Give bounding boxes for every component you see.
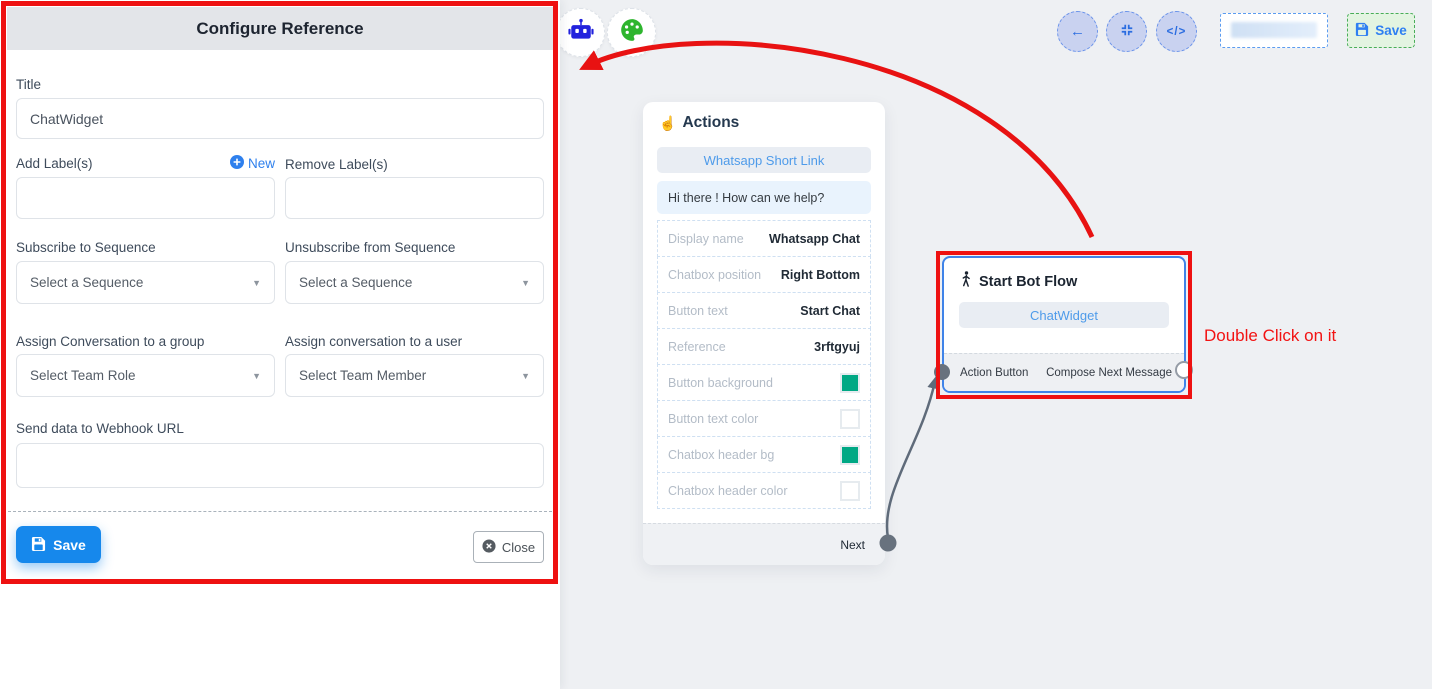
actions-card-footer: Next: [643, 523, 885, 565]
remove-labels-label: Remove Label(s): [285, 157, 388, 172]
configure-reference-panel: Configure Reference Title Add Label(s) N…: [0, 0, 560, 689]
remove-labels-input[interactable]: [285, 177, 544, 219]
node-footer: Action Button Compose Next Message: [944, 353, 1184, 391]
node-title: Start Bot Flow: [960, 271, 1077, 292]
redacted-flow-name-input[interactable]: [1220, 13, 1328, 48]
color-swatch: [840, 445, 860, 465]
walking-person-icon: [960, 271, 972, 292]
config-row-button-text: Button text Start Chat: [657, 292, 871, 329]
team-member-select[interactable]: Select Team Member ▼: [285, 354, 544, 397]
color-swatch: [840, 409, 860, 429]
chatwidget-reference-button[interactable]: ChatWidget: [959, 302, 1169, 328]
close-circle-icon: [482, 539, 496, 556]
double-click-annotation: Double Click on it: [1204, 326, 1336, 346]
config-row-button-text-color: Button text color: [657, 400, 871, 437]
back-button[interactable]: ←: [1057, 11, 1098, 52]
subscribe-label: Subscribe to Sequence: [16, 240, 156, 255]
embed-code-button[interactable]: </>: [1156, 11, 1197, 52]
title-label: Title: [16, 77, 41, 92]
config-row-reference: Reference 3rftgyuj: [657, 328, 871, 365]
chevron-down-icon: ▼: [521, 371, 530, 381]
toolbar-save-button[interactable]: Save: [1347, 13, 1415, 48]
add-labels-label: Add Label(s): [16, 156, 93, 171]
fit-view-button[interactable]: [1106, 11, 1147, 52]
subscribe-sequence-select[interactable]: Select a Sequence ▼: [16, 261, 275, 304]
unsubscribe-label: Unsubscribe from Sequence: [285, 240, 455, 255]
panel-title: Configure Reference: [7, 7, 553, 50]
color-swatch: [840, 481, 860, 501]
config-row-chatbox-position: Chatbox position Right Bottom: [657, 256, 871, 293]
chevron-down-icon: ▼: [252, 371, 261, 381]
footer-divider: [8, 511, 552, 512]
config-row-chatbox-header-bg: Chatbox header bg: [657, 436, 871, 473]
assign-user-label: Assign conversation to a user: [285, 334, 462, 349]
palette-icon: [619, 17, 645, 48]
new-label-link[interactable]: New: [230, 155, 275, 172]
action-button-port[interactable]: [934, 364, 950, 380]
next-to-action-connector: [887, 381, 935, 538]
toolbar-save-label: Save: [1375, 23, 1407, 38]
greeting-message: Hi there ! How can we help?: [657, 181, 871, 214]
flow-builder-screen: ← </> Save: [0, 0, 1432, 689]
start-bot-flow-node[interactable]: Start Bot Flow ChatWidget Action Button …: [942, 256, 1186, 393]
whatsapp-short-link-button[interactable]: Whatsapp Short Link: [657, 147, 871, 173]
config-row-button-background: Button background: [657, 364, 871, 401]
chevron-down-icon: ▼: [521, 278, 530, 288]
save-floppy-icon: [31, 536, 46, 554]
back-arrow-icon: ←: [1070, 23, 1085, 40]
unsubscribe-sequence-select[interactable]: Select a Sequence ▼: [285, 261, 544, 304]
hand-pointer-icon: ☝: [659, 115, 676, 132]
webhook-label: Send data to Webhook URL: [16, 421, 184, 436]
robot-icon: [568, 17, 594, 48]
redacted-text: [1231, 22, 1317, 38]
title-input[interactable]: [16, 98, 544, 139]
add-labels-input[interactable]: [16, 177, 275, 219]
theme-palette-button[interactable]: [607, 8, 656, 57]
save-button[interactable]: Save: [16, 526, 101, 563]
color-swatch: [840, 373, 860, 393]
close-button[interactable]: Close: [473, 531, 544, 563]
output-port-label: Compose Next Message: [1046, 367, 1172, 379]
widget-config-rows: Display name Whatsapp Chat Chatbox posit…: [657, 221, 871, 509]
actions-title-label: Actions: [682, 114, 739, 132]
compose-next-message-port[interactable]: [1175, 361, 1193, 379]
bot-settings-button[interactable]: [556, 8, 605, 57]
team-role-select[interactable]: Select Team Role ▼: [16, 354, 275, 397]
assign-group-label: Assign Conversation to a group: [16, 334, 204, 349]
webhook-url-input[interactable]: [16, 443, 544, 488]
config-row-display-name: Display name Whatsapp Chat: [657, 220, 871, 257]
code-icon: </>: [1167, 26, 1187, 38]
save-floppy-icon: [1355, 22, 1369, 39]
compress-icon: [1120, 23, 1134, 41]
actions-card-title: ☝ Actions: [659, 114, 739, 132]
chevron-down-icon: ▼: [252, 278, 261, 288]
input-port-label: Action Button: [960, 367, 1028, 379]
add-labels-header: Add Label(s) New: [16, 155, 275, 172]
actions-node: ☝ Actions Whatsapp Short Link Hi there !…: [643, 102, 885, 565]
plus-circle-icon: [230, 155, 244, 172]
node-title-label: Start Bot Flow: [979, 274, 1077, 290]
next-port-label: Next: [840, 524, 865, 565]
config-row-chatbox-header-color: Chatbox header color: [657, 472, 871, 509]
